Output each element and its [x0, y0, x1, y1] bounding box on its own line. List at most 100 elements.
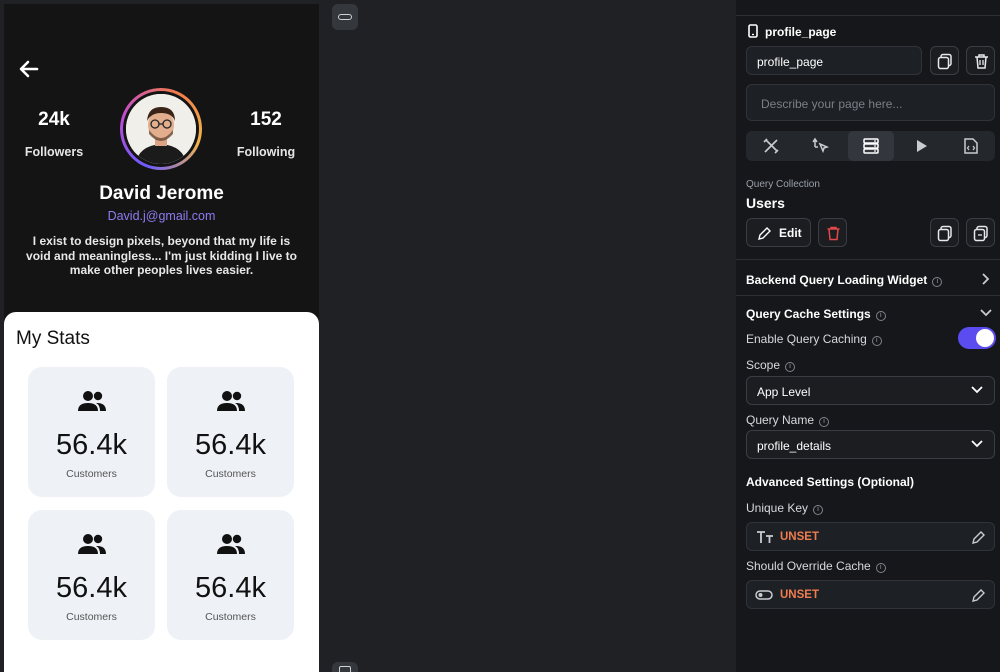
chevron-down-icon: [971, 386, 983, 394]
advanced-settings-label: Advanced Settings (Optional): [746, 475, 915, 489]
profile-bio: I exist to design pixels, beyond that my…: [26, 234, 297, 277]
phone-icon: [748, 24, 758, 38]
paste-icon: [973, 225, 988, 242]
cursor-click-icon: [812, 137, 830, 154]
stat-card[interactable]: 56.4k Customers: [28, 367, 155, 497]
query-name-label: Query Name: [746, 413, 815, 427]
chevron-down-icon: [971, 440, 983, 448]
copy-icon: [937, 53, 952, 70]
stat-label: Customers: [205, 611, 256, 623]
users-icon: [217, 534, 245, 554]
page-name-input[interactable]: profile_page: [746, 46, 922, 75]
tab-code[interactable]: [948, 131, 994, 161]
pencil-icon: [758, 227, 771, 240]
trash-icon: [827, 226, 840, 241]
stats-title: My Stats: [16, 328, 90, 349]
query-collection-value: Users: [746, 195, 785, 211]
backend-loading-label: Backend Query Loading Widget: [746, 273, 928, 287]
stat-card[interactable]: 56.4k Customers: [167, 510, 294, 640]
device-icon: [339, 666, 351, 672]
scope-label: Scope: [746, 358, 781, 372]
query-name-dropdown[interactable]: profile_details: [746, 430, 995, 459]
query-name-value: profile_details: [757, 439, 832, 453]
unique-key-row: Unique Key i: [746, 501, 824, 515]
cache-settings-row[interactable]: Query Cache Settings i: [746, 305, 996, 321]
following-stat: 152 Following: [226, 109, 306, 159]
stat-card[interactable]: 56.4k Customers: [28, 510, 155, 640]
enable-caching-toggle[interactable]: [958, 327, 996, 349]
edit-query-button[interactable]: Edit: [746, 218, 811, 247]
stat-card[interactable]: 56.4k Customers: [167, 367, 294, 497]
edit-label: Edit: [779, 226, 802, 240]
info-icon: i: [875, 563, 886, 573]
info-icon: i: [875, 311, 886, 321]
delete-page-button[interactable]: [966, 46, 995, 75]
divider: [736, 259, 1000, 260]
users-icon: [217, 391, 245, 411]
info-icon: i: [785, 362, 796, 372]
chevron-down-icon: [980, 309, 992, 317]
remove-query-button[interactable]: [818, 218, 847, 247]
scope-dropdown[interactable]: App Level: [746, 376, 995, 405]
profile-name: David Jerome: [99, 183, 224, 204]
profile-email[interactable]: David.j@gmail.com: [4, 209, 319, 223]
page-name-value: profile_page: [757, 55, 824, 69]
info-icon: i: [813, 505, 824, 515]
copy-icon: [937, 225, 952, 242]
duplicate-page-button[interactable]: [930, 46, 959, 75]
query-collection-label: Query Collection: [746, 179, 820, 190]
cache-settings-label: Query Cache Settings: [746, 307, 871, 321]
tools-icon: [763, 138, 779, 154]
backend-loading-row[interactable]: Backend Query Loading Widget i: [746, 271, 996, 287]
stat-label: Customers: [66, 468, 117, 480]
enable-caching-row: Enable Query Caching i: [746, 332, 882, 346]
database-icon: [863, 138, 879, 154]
toggle-icon: [755, 590, 773, 600]
stat-value: 56.4k: [195, 429, 266, 461]
canvas-toggle-button[interactable]: [332, 4, 358, 30]
followers-stat: 24k Followers: [14, 109, 94, 159]
divider: [736, 15, 1000, 16]
properties-panel: profile_page profile_page Describe your …: [736, 0, 1000, 672]
copy-query-button[interactable]: [930, 218, 959, 247]
phone-preview: 24k Followers 152 Following David Jerome…: [4, 4, 319, 672]
tab-animations[interactable]: [898, 131, 944, 161]
following-count: 152: [250, 109, 282, 130]
stat-value: 56.4k: [195, 572, 266, 604]
chevron-right-icon: [982, 273, 990, 285]
play-icon: [917, 140, 927, 152]
unique-key-value: UNSET: [780, 531, 819, 543]
followers-label: Followers: [24, 145, 84, 159]
toggle-icon: [338, 14, 352, 20]
pencil-icon[interactable]: [971, 588, 986, 603]
scope-value: App Level: [757, 385, 811, 399]
override-cache-row: Should Override Cache i: [746, 559, 886, 573]
toggle-knob: [976, 329, 994, 347]
text-type-icon: [757, 531, 773, 543]
stat-value: 56.4k: [56, 429, 127, 461]
file-code-icon: [964, 138, 978, 154]
tab-actions[interactable]: [798, 131, 844, 161]
description-placeholder: Describe your page here...: [761, 97, 903, 111]
users-icon: [78, 534, 106, 554]
override-cache-value: UNSET: [780, 589, 819, 601]
users-icon: [78, 391, 106, 411]
tab-properties[interactable]: [748, 131, 794, 161]
enable-caching-label: Enable Query Caching: [746, 332, 867, 346]
stat-label: Customers: [66, 611, 117, 623]
back-arrow-icon[interactable]: [18, 58, 42, 80]
paste-query-button[interactable]: [966, 218, 995, 247]
page-description-input[interactable]: Describe your page here...: [746, 84, 995, 121]
info-icon: i: [871, 336, 882, 346]
override-cache-field[interactable]: UNSET: [746, 580, 995, 609]
canvas-device-button[interactable]: [332, 662, 358, 672]
stat-label: Customers: [205, 468, 256, 480]
avatar: [120, 88, 202, 170]
stats-panel: My Stats 56.4k Customers 56.4k Customers…: [4, 312, 319, 672]
tab-backend-query[interactable]: [848, 131, 894, 161]
unique-key-field[interactable]: UNSET: [746, 522, 995, 551]
followers-count: 24k: [38, 109, 70, 130]
divider: [736, 295, 1000, 296]
pencil-icon[interactable]: [971, 530, 986, 545]
info-icon: i: [932, 277, 943, 287]
